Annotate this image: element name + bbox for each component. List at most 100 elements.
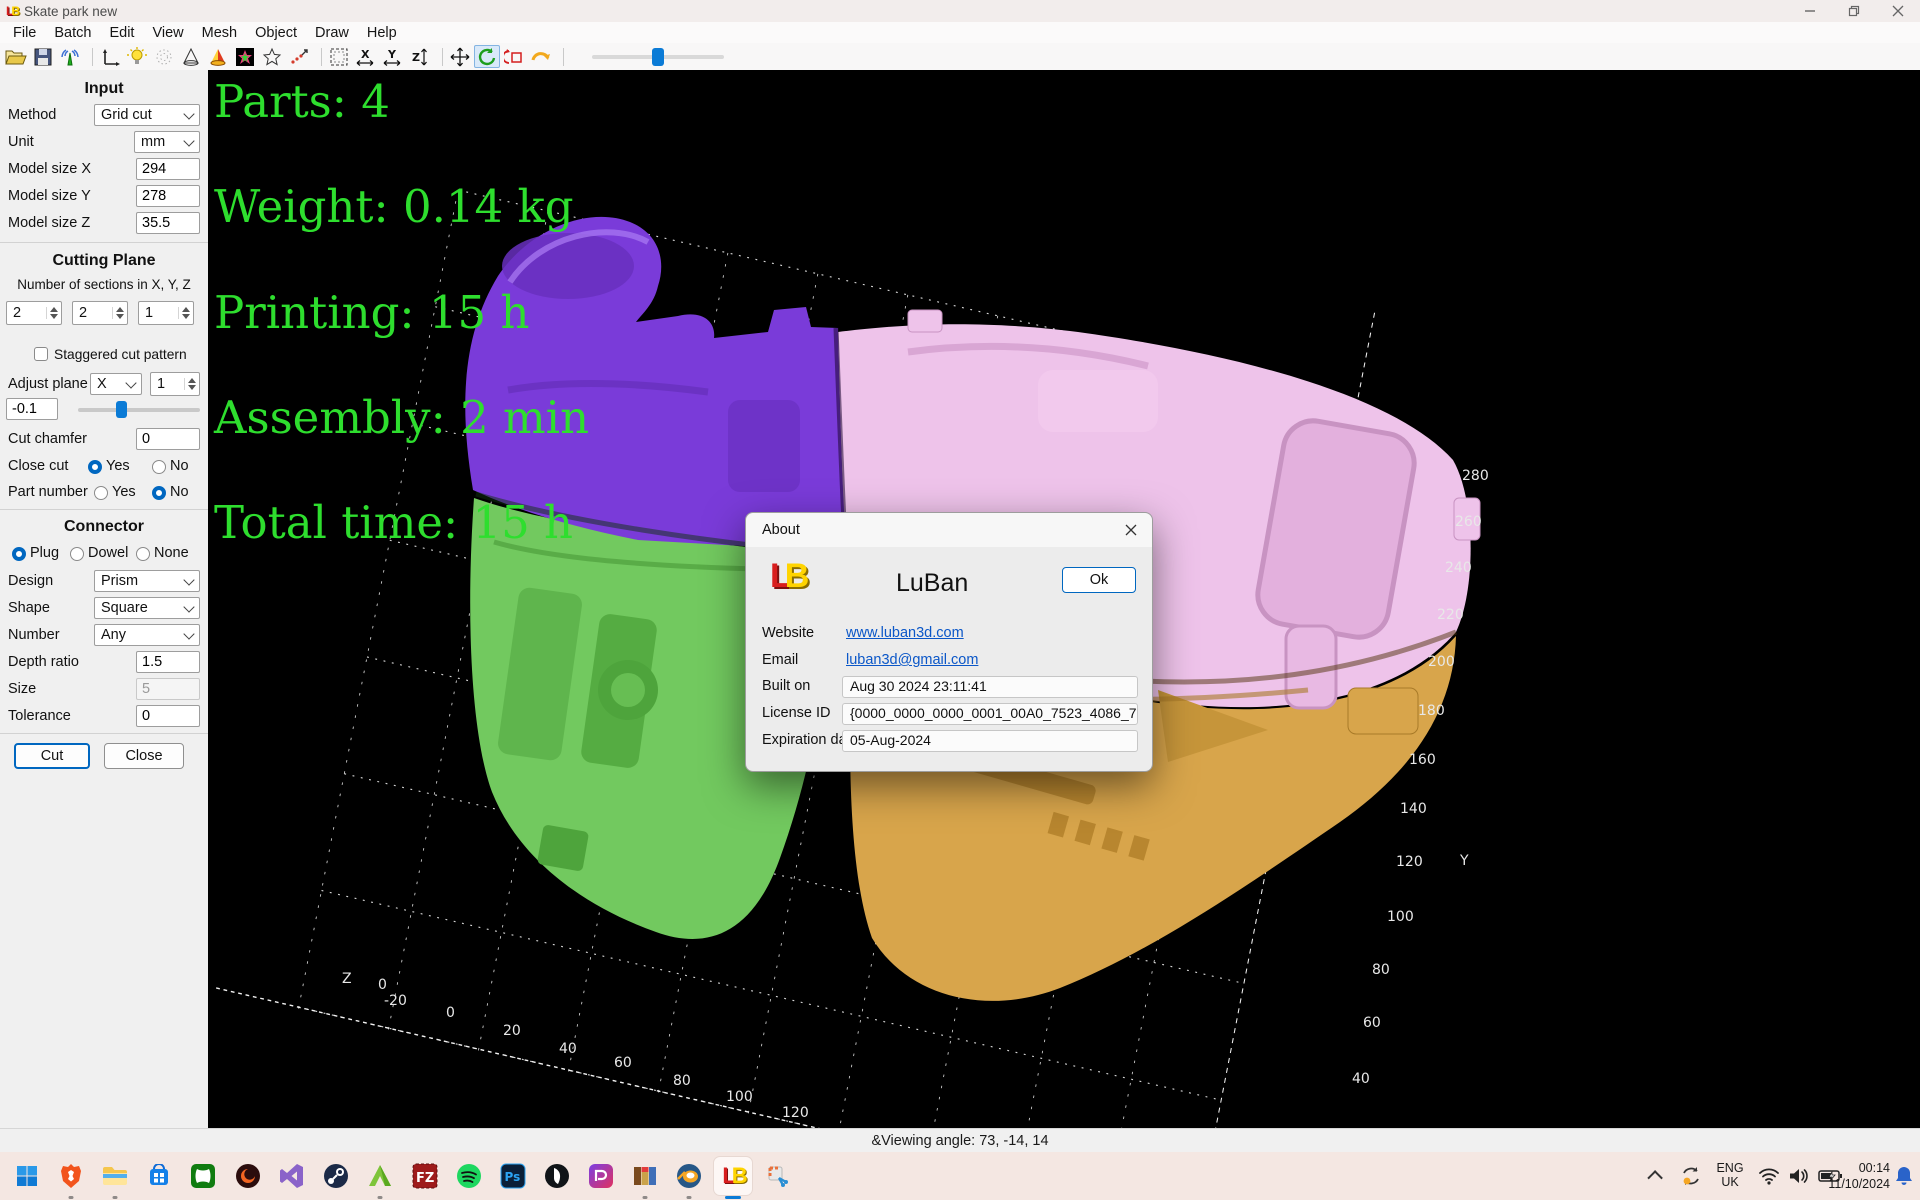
open-icon[interactable] — [3, 45, 29, 68]
wifi-icon[interactable] — [1754, 1152, 1784, 1200]
menu-help[interactable]: Help — [358, 24, 406, 42]
design-select[interactable]: Prism — [94, 570, 200, 592]
adjust-index-spinner[interactable]: 1 — [150, 372, 200, 396]
luban-taskbar-icon[interactable]: LB — [714, 1157, 752, 1195]
shape-select[interactable]: Square — [94, 597, 200, 619]
broadcast-icon[interactable] — [57, 45, 83, 68]
clock[interactable]: 00:14 11/10/2024 — [1820, 1152, 1890, 1200]
selection-box-icon[interactable] — [326, 45, 352, 68]
brave-icon[interactable] — [52, 1157, 90, 1195]
menu-edit[interactable]: Edit — [100, 24, 143, 42]
svg-text:Z: Z — [412, 51, 420, 64]
save-icon[interactable] — [30, 45, 56, 68]
sections-y-spinner[interactable]: 2 — [72, 301, 128, 325]
tolerance-input[interactable] — [136, 705, 200, 727]
adjust-plane-label: Adjust plane — [8, 376, 88, 392]
method-select[interactable]: Grid cut — [94, 104, 200, 126]
email-label: Email — [762, 652, 798, 668]
number-select[interactable]: Any — [94, 624, 200, 646]
filezilla-icon[interactable]: FZ — [406, 1157, 444, 1195]
license-field[interactable]: {0000_0000_0000_0001_00A0_7523_4086_7B71… — [842, 703, 1138, 725]
close-button[interactable] — [1876, 0, 1920, 22]
model-size-y-input[interactable] — [136, 185, 200, 207]
microsoft-store-icon[interactable] — [140, 1157, 178, 1195]
light-icon[interactable] — [124, 45, 150, 68]
ok-button[interactable]: Ok — [1062, 567, 1136, 593]
xbox-icon[interactable] — [184, 1157, 222, 1195]
menu-view[interactable]: View — [143, 24, 192, 42]
website-link[interactable]: www.luban3d.com — [846, 625, 964, 641]
point-arrow-icon[interactable] — [286, 45, 312, 68]
grid-points-icon[interactable] — [151, 45, 177, 68]
part-number-yes-radio[interactable] — [94, 486, 108, 500]
staggered-checkbox[interactable] — [34, 347, 48, 361]
stats-weight: Weight: 0.14 kg — [214, 180, 574, 233]
maximize-button[interactable] — [1832, 0, 1876, 22]
expiration-field[interactable]: 05-Aug-2024 — [842, 730, 1138, 752]
menu-batch[interactable]: Batch — [45, 24, 100, 42]
wireframe-cone-icon[interactable] — [178, 45, 204, 68]
start-button[interactable] — [8, 1157, 46, 1195]
tray-chevron-up-icon[interactable] — [1644, 1152, 1668, 1200]
y-axis-icon[interactable]: Y — [380, 45, 406, 68]
cut-chamfer-input[interactable] — [136, 428, 200, 450]
none-radio[interactable] — [136, 547, 150, 561]
rotate-box-icon[interactable] — [501, 45, 527, 68]
model-size-z-input[interactable] — [136, 212, 200, 234]
language-indicator[interactable]: ENG UK — [1708, 1152, 1752, 1200]
offset-slider[interactable] — [78, 408, 200, 412]
file-explorer-icon[interactable] — [96, 1157, 134, 1195]
star-icon[interactable] — [259, 45, 285, 68]
y-tick: 220 — [1437, 607, 1464, 623]
rotate-icon[interactable] — [474, 45, 500, 68]
email-link[interactable]: luban3d@gmail.com — [846, 652, 978, 668]
shaded-cone-icon[interactable] — [205, 45, 231, 68]
adjust-axis-select[interactable]: X — [90, 373, 142, 395]
z-axis-icon[interactable]: Z — [407, 45, 433, 68]
axes-icon[interactable] — [97, 45, 123, 68]
spotify-icon[interactable] — [450, 1157, 488, 1195]
arc-icon[interactable] — [361, 1157, 399, 1195]
sections-z-spinner[interactable]: 1 — [138, 301, 194, 325]
snipping-tool-icon[interactable] — [760, 1157, 794, 1195]
dowel-radio[interactable] — [70, 547, 84, 561]
blender-icon[interactable] — [670, 1157, 708, 1195]
close-cut-no-radio[interactable] — [152, 460, 166, 474]
zoom-slider[interactable] — [592, 55, 724, 59]
crunchyroll-icon[interactable] — [229, 1157, 267, 1195]
close-cut-yes-label: Yes — [106, 458, 130, 474]
plug-radio[interactable] — [12, 547, 26, 561]
winrar-icon[interactable] — [626, 1157, 664, 1195]
pan-icon[interactable] — [447, 45, 473, 68]
menu-file[interactable]: File — [4, 24, 45, 42]
sections-x-spinner[interactable]: 2 — [6, 301, 62, 325]
minimize-button[interactable] — [1788, 0, 1832, 22]
built-on-field[interactable]: Aug 30 2024 23:11:41 — [842, 676, 1138, 698]
volume-icon[interactable] — [1784, 1152, 1814, 1200]
unit-select[interactable]: mm — [134, 131, 200, 153]
dialog-close-icon[interactable] — [1116, 517, 1146, 543]
close-button-panel[interactable]: Close — [104, 743, 184, 769]
part-number-no-radio[interactable] — [152, 486, 166, 500]
menu-object[interactable]: Object — [246, 24, 306, 42]
undo-arc-icon[interactable] — [528, 45, 554, 68]
offset-slider-thumb[interactable] — [116, 401, 127, 418]
bitwarden-icon[interactable] — [538, 1157, 576, 1195]
zoom-slider-thumb[interactable] — [652, 48, 664, 66]
material-star-icon[interactable] — [232, 45, 258, 68]
steam-icon[interactable] — [317, 1157, 355, 1195]
depth-ratio-input[interactable] — [136, 651, 200, 673]
model-size-x-input[interactable] — [136, 158, 200, 180]
offset-input[interactable] — [6, 398, 58, 420]
sync-icon[interactable] — [1676, 1152, 1706, 1200]
notification-bell-icon[interactable] — [1890, 1152, 1918, 1200]
photoshop-icon[interactable]: Ps — [494, 1157, 532, 1195]
visual-studio-icon[interactable] — [273, 1157, 311, 1195]
close-cut-yes-radio[interactable] — [88, 460, 102, 474]
cut-button[interactable]: Cut — [14, 743, 90, 769]
x-axis-icon[interactable]: X — [353, 45, 379, 68]
gradient-app-icon[interactable] — [582, 1157, 620, 1195]
menu-mesh[interactable]: Mesh — [193, 24, 246, 42]
x-tick: 20 — [503, 1023, 521, 1039]
menu-draw[interactable]: Draw — [306, 24, 358, 42]
